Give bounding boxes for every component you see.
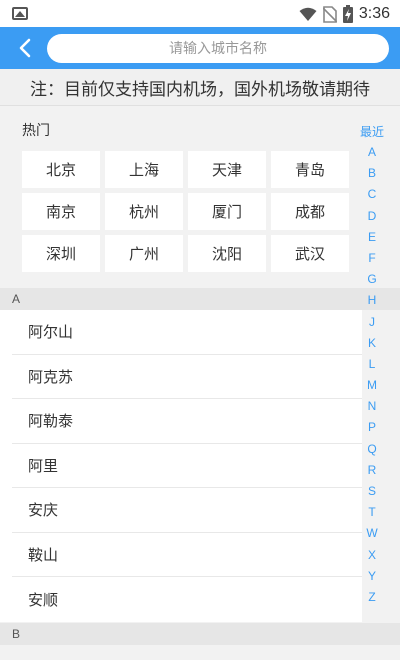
hot-city-button[interactable]: 厦门 xyxy=(188,193,266,230)
index-letter[interactable]: Y xyxy=(368,566,376,587)
hot-city-button[interactable]: 青岛 xyxy=(271,151,349,188)
alphabet-index-bar[interactable]: 最近 A B C D E F G H J K L M N P Q R S T W… xyxy=(355,122,389,608)
index-letter[interactable]: Z xyxy=(368,587,375,608)
index-letter[interactable]: Q xyxy=(367,439,376,460)
wifi-icon xyxy=(299,7,317,21)
index-letter[interactable]: S xyxy=(368,481,376,502)
index-letter[interactable]: F xyxy=(368,248,375,269)
hot-city-button[interactable]: 南京 xyxy=(22,193,100,230)
index-letter[interactable]: C xyxy=(368,184,377,205)
hot-city-button[interactable]: 成都 xyxy=(271,193,349,230)
hot-city-button[interactable]: 沈阳 xyxy=(188,235,266,272)
index-letter[interactable]: A xyxy=(368,142,376,163)
index-letter[interactable]: K xyxy=(368,333,376,354)
status-icons: 3:36 xyxy=(299,4,390,24)
city-list-item[interactable]: 阿勒泰 xyxy=(12,399,362,444)
hot-city-button[interactable]: 武汉 xyxy=(271,235,349,272)
status-time: 3:36 xyxy=(358,5,390,22)
index-letter[interactable]: N xyxy=(368,396,377,417)
city-list-item[interactable]: 安顺 xyxy=(12,577,362,622)
hot-section-title: 热门 xyxy=(22,123,50,139)
city-list-item[interactable]: 阿尔山 xyxy=(12,310,362,355)
index-recent[interactable]: 最近 xyxy=(360,122,384,142)
group-header-b: B xyxy=(0,623,400,645)
index-letter[interactable]: L xyxy=(369,354,376,375)
hot-city-button[interactable]: 深圳 xyxy=(22,235,100,272)
index-letter[interactable]: G xyxy=(367,269,376,290)
index-letter[interactable]: J xyxy=(369,312,375,333)
battery-charging-icon xyxy=(342,5,353,23)
hot-city-button[interactable]: 天津 xyxy=(188,151,266,188)
search-box[interactable] xyxy=(47,34,389,63)
hot-city-button[interactable]: 北京 xyxy=(22,151,100,188)
index-letter[interactable]: E xyxy=(368,227,376,248)
status-bar: 3:36 xyxy=(0,0,400,27)
index-letter[interactable]: D xyxy=(368,206,377,227)
index-letter[interactable]: R xyxy=(368,460,377,481)
index-letter[interactable]: M xyxy=(367,375,377,396)
hot-city-button[interactable]: 杭州 xyxy=(105,193,183,230)
index-letter[interactable]: T xyxy=(368,502,375,523)
city-list-item[interactable]: 鞍山 xyxy=(12,533,362,577)
city-list-item[interactable]: 阿里 xyxy=(12,444,362,488)
group-header-a: A xyxy=(0,288,400,310)
hot-city-button[interactable]: 广州 xyxy=(105,235,183,272)
hot-city-button[interactable]: 上海 xyxy=(105,151,183,188)
header xyxy=(0,27,400,69)
index-letter[interactable]: H xyxy=(368,290,377,311)
city-list-a: 阿尔山 阿克苏 阿勒泰 阿里 安庆 鞍山 安顺 xyxy=(0,310,362,622)
image-icon xyxy=(12,7,28,20)
city-search-input[interactable] xyxy=(47,34,389,63)
index-letter[interactable]: B xyxy=(368,163,376,184)
notice-banner: 注：目前仅支持国内机场，国外机场敬请期待 xyxy=(0,69,400,106)
city-list-item[interactable]: 阿克苏 xyxy=(12,355,362,399)
city-list-item[interactable]: 安庆 xyxy=(12,488,362,533)
index-letter[interactable]: P xyxy=(368,417,376,438)
index-letter[interactable]: X xyxy=(368,545,376,566)
chevron-left-icon xyxy=(19,38,31,58)
hot-cities-grid: 北京 上海 天津 青岛 南京 杭州 厦门 成都 深圳 广州 沈阳 武汉 xyxy=(22,151,350,272)
no-sim-icon xyxy=(322,5,337,23)
index-letter[interactable]: W xyxy=(366,523,377,544)
back-button[interactable] xyxy=(10,33,40,63)
hot-cities-section: 热门 北京 上海 天津 青岛 南京 杭州 厦门 成都 深圳 广州 沈阳 武汉 xyxy=(0,106,362,288)
